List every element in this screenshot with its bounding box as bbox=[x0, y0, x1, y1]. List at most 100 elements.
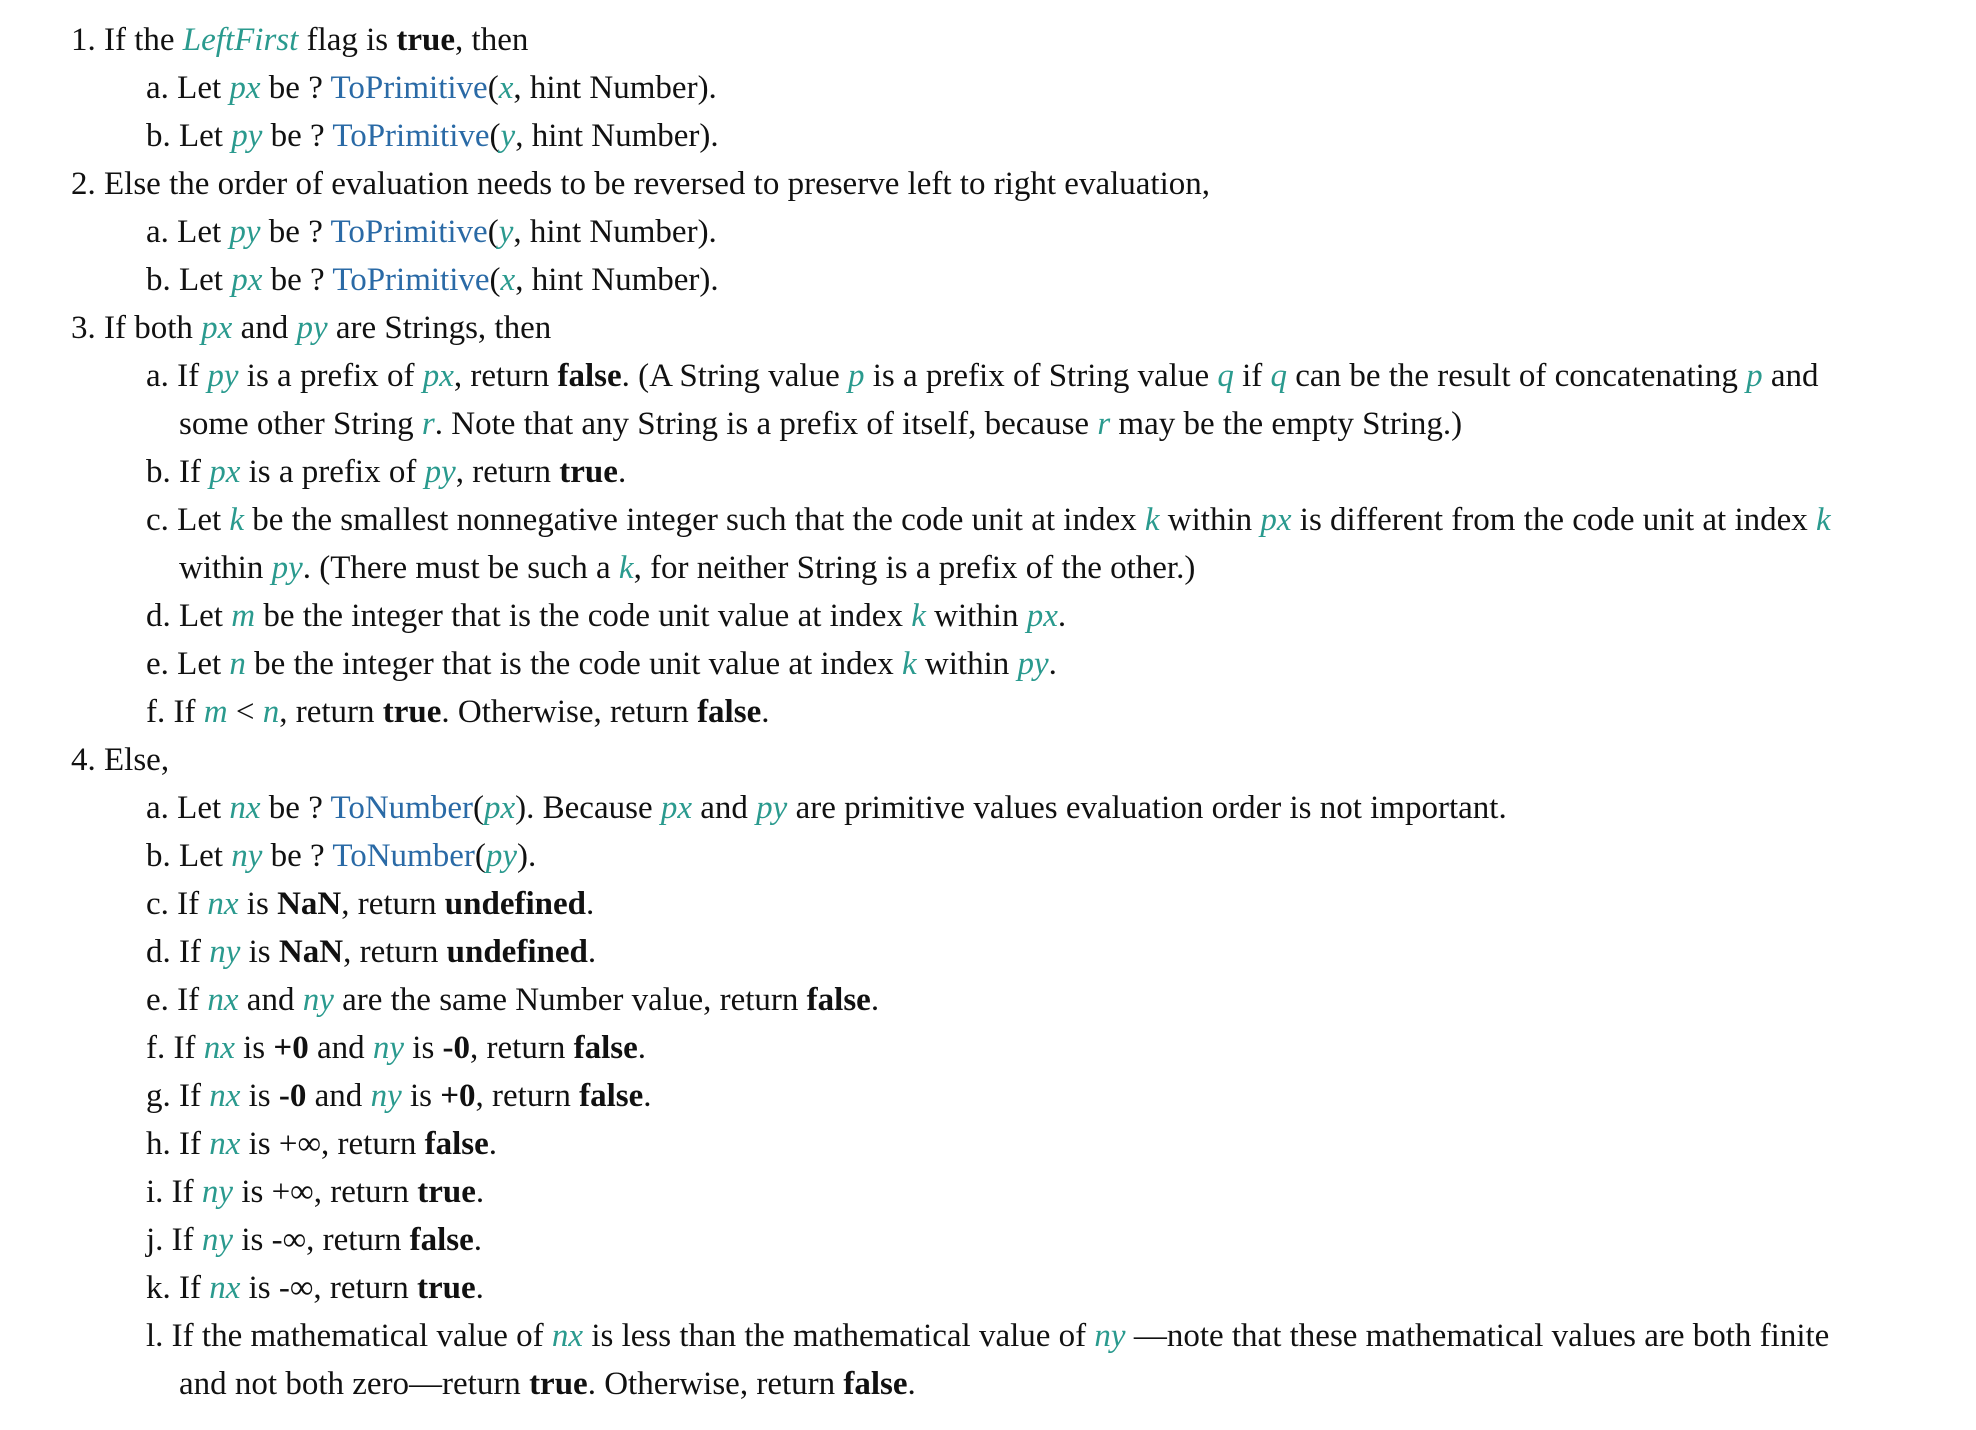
bold-value: NaN bbox=[278, 934, 344, 970]
step-text: If bbox=[179, 934, 210, 970]
variable: py bbox=[485, 838, 517, 874]
variable: k bbox=[1144, 502, 1160, 538]
step-text: be the smallest nonnegative integer such… bbox=[244, 502, 1145, 538]
variable: y bbox=[500, 118, 516, 154]
step-number: c. bbox=[146, 886, 169, 922]
variable: x bbox=[498, 70, 514, 106]
step-number: i. bbox=[146, 1174, 164, 1210]
step-number: d. bbox=[146, 598, 171, 634]
abstract-op-link[interactable]: ToNumber bbox=[331, 790, 474, 826]
step-number: f. bbox=[146, 694, 166, 730]
step-number: a. bbox=[146, 214, 169, 250]
step-text: is a prefix of bbox=[240, 454, 425, 490]
variable: py bbox=[296, 310, 328, 346]
step-continuation-9: some other String r. Note that any Strin… bbox=[179, 404, 1462, 444]
step-text: If bbox=[171, 1174, 202, 1210]
variable: px bbox=[229, 70, 261, 106]
step-text: may be the empty String.) bbox=[1110, 406, 1463, 442]
step-number: 2. bbox=[71, 166, 96, 202]
step-text: be ? bbox=[260, 790, 331, 826]
substep-27: k. If nx is -∞, return true. bbox=[146, 1268, 484, 1308]
bold-value: true bbox=[559, 454, 618, 490]
step-text: , hint Number). bbox=[515, 118, 719, 154]
step-text: ). bbox=[517, 838, 537, 874]
abstract-op-link[interactable]: ToPrimitive bbox=[331, 70, 488, 106]
variable: k bbox=[229, 502, 245, 538]
bold-value: true bbox=[396, 22, 456, 58]
step-text: If bbox=[173, 1030, 204, 1066]
variable: n bbox=[229, 646, 246, 682]
variable: k bbox=[1816, 502, 1831, 538]
step-text: and bbox=[308, 1030, 373, 1066]
step-text: , for neither String is a prefix of the … bbox=[633, 550, 1196, 586]
step-text: Let bbox=[177, 70, 230, 106]
step-text: is bbox=[401, 1078, 441, 1114]
substep-17: a. Let nx be ? ToNumber(px). Because px … bbox=[146, 788, 1507, 828]
substep-18: b. Let ny be ? ToNumber(py). bbox=[146, 836, 536, 876]
step-number: b. bbox=[146, 118, 171, 154]
substep-19: c. If nx is NaN, return undefined. bbox=[146, 884, 594, 924]
variable: r bbox=[421, 406, 435, 442]
variable: ny bbox=[370, 1078, 402, 1114]
step-text: is bbox=[404, 1030, 443, 1066]
step-text: ( bbox=[489, 118, 501, 154]
step-text: Else, bbox=[104, 742, 170, 778]
substep-5: a. Let py be ? ToPrimitive(y, hint Numbe… bbox=[146, 212, 717, 252]
step-text: be ? bbox=[260, 70, 331, 106]
step-text: . bbox=[1057, 598, 1067, 634]
step-text: . (There must be such a bbox=[302, 550, 619, 586]
step-text: within bbox=[179, 550, 272, 586]
step-text: . (A String value bbox=[621, 358, 849, 394]
variable: y bbox=[498, 214, 514, 250]
step-text: is bbox=[238, 886, 278, 922]
variable: ny bbox=[1094, 1318, 1126, 1354]
abstract-op-link[interactable]: ToPrimitive bbox=[332, 262, 489, 298]
step-number: 3. bbox=[71, 310, 96, 346]
bold-value: false bbox=[697, 694, 762, 730]
variable: px bbox=[209, 454, 241, 490]
step-text: Let bbox=[177, 502, 230, 538]
step-text: and bbox=[232, 310, 297, 346]
abstract-op-link[interactable]: ToPrimitive bbox=[332, 118, 489, 154]
bold-value: false bbox=[424, 1126, 489, 1162]
step-text: . bbox=[637, 1030, 646, 1066]
step-number: c. bbox=[146, 502, 169, 538]
variable: r bbox=[1097, 406, 1111, 442]
step-text: Else the order of evaluation needs to be… bbox=[104, 166, 1210, 202]
step-text: . bbox=[907, 1366, 916, 1402]
abstract-op-link[interactable]: ToPrimitive bbox=[331, 214, 488, 250]
variable: ny bbox=[231, 838, 263, 874]
variable: nx bbox=[207, 886, 239, 922]
variable: ny bbox=[302, 982, 334, 1018]
step-text: ( bbox=[487, 70, 499, 106]
step-text: If bbox=[173, 694, 204, 730]
step-text: , return bbox=[470, 1030, 574, 1066]
bold-value: +0 bbox=[440, 1078, 476, 1114]
step-text: If bbox=[179, 454, 210, 490]
variable: k bbox=[618, 550, 634, 586]
variable: py bbox=[231, 118, 263, 154]
spec-page: { "colors": { "variable": "#2a9a8e", "li… bbox=[0, 0, 1976, 1430]
variable: px bbox=[1026, 598, 1058, 634]
step-16: 4. Else, bbox=[71, 740, 169, 780]
step-4: 2. Else the order of evaluation needs to… bbox=[71, 164, 1210, 204]
variable: nx bbox=[551, 1318, 584, 1354]
substep-23: g. If nx is -0 and ny is +0, return fals… bbox=[146, 1076, 652, 1116]
step-number: a. bbox=[146, 358, 169, 394]
bold-value: false bbox=[409, 1222, 474, 1258]
variable: py bbox=[424, 454, 456, 490]
step-text: be ? bbox=[260, 214, 331, 250]
step-continuation-29: and not both zero—return true. Otherwise… bbox=[179, 1364, 916, 1404]
abstract-op-link[interactable]: ToNumber bbox=[332, 838, 475, 874]
step-text: ( bbox=[489, 262, 501, 298]
step-text: and bbox=[692, 790, 757, 826]
step-text: Let bbox=[177, 646, 230, 682]
step-number: k. bbox=[146, 1270, 171, 1306]
substep-10: b. If px is a prefix of py, return true. bbox=[146, 452, 626, 492]
step-text: is -∞, return bbox=[233, 1222, 410, 1258]
step-text: is +∞, return bbox=[240, 1126, 425, 1162]
bold-value: false bbox=[557, 358, 622, 394]
step-text: be ? bbox=[262, 118, 333, 154]
step-text: , return bbox=[341, 886, 445, 922]
bold-value: undefined bbox=[446, 934, 588, 970]
